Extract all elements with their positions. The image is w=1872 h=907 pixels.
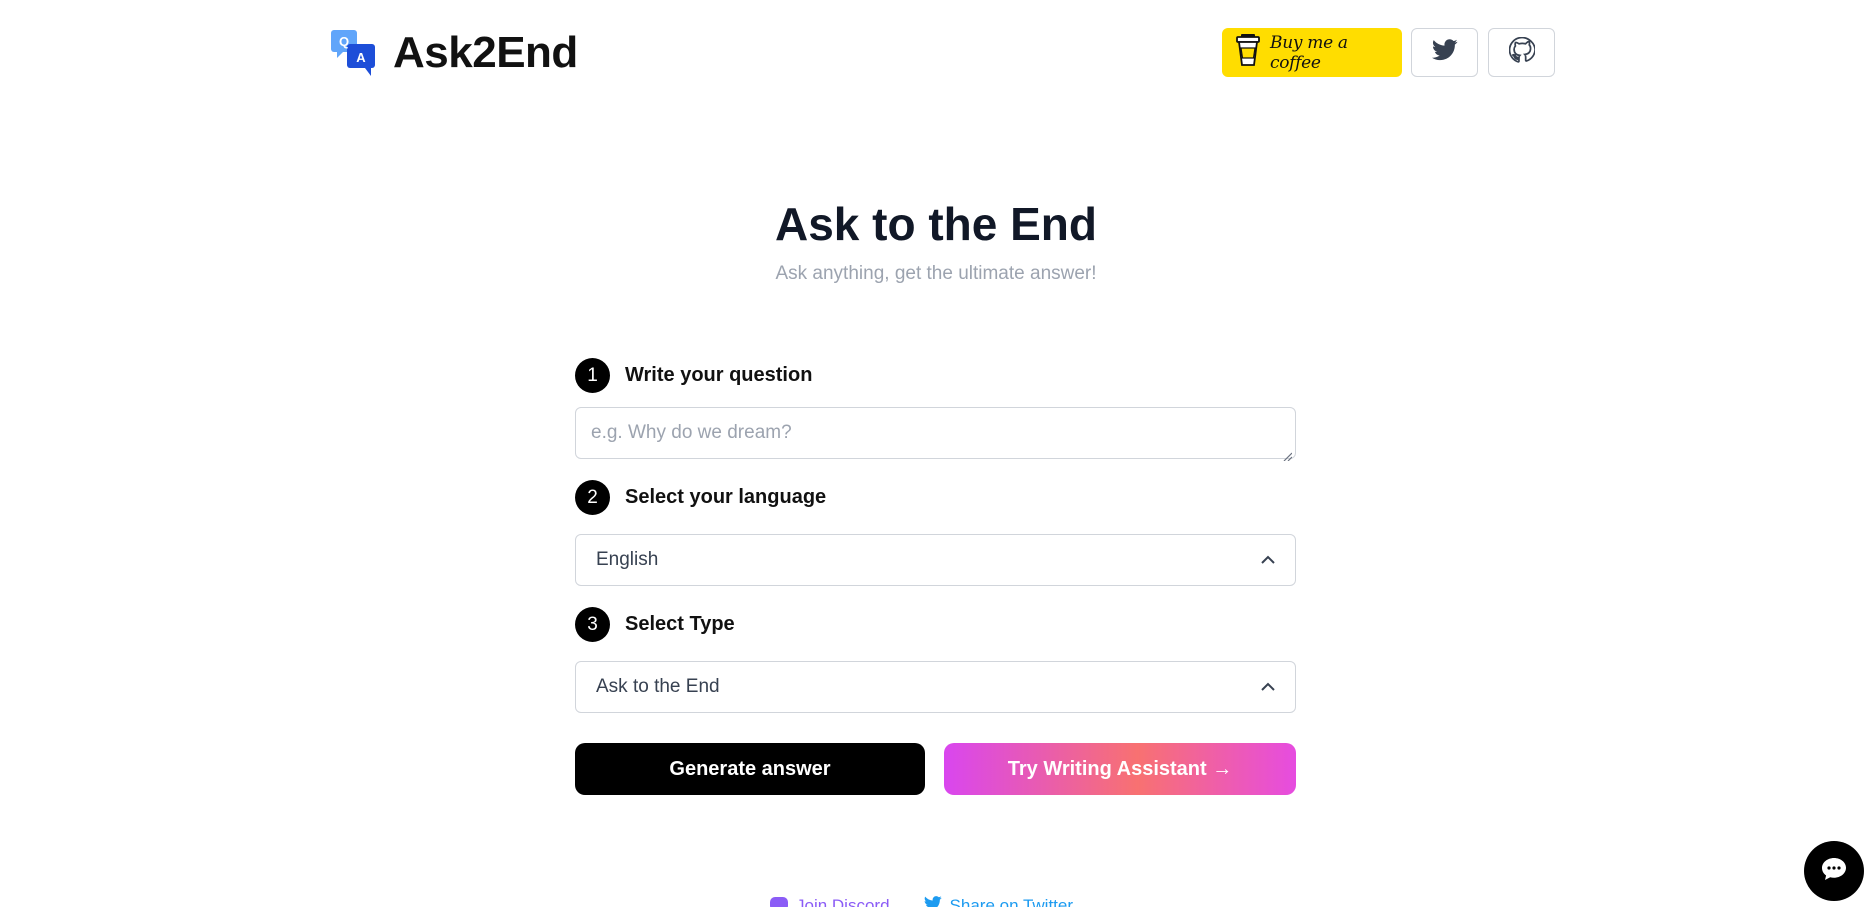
resize-grip-icon[interactable]	[1282, 445, 1293, 462]
qa-logo-icon: Q A	[331, 28, 379, 78]
step-2-header: 2 Select your language	[575, 480, 826, 515]
question-textarea[interactable]: e.g. Why do we dream?	[575, 407, 1296, 462]
step-2-label: Select your language	[625, 486, 827, 508]
step-3-header: 3 Select Type	[575, 607, 735, 642]
twitter-button[interactable]	[1411, 28, 1478, 77]
coffee-label: Buy me a coffee	[1270, 32, 1348, 73]
step-3-label: Select Type	[625, 613, 735, 635]
twitter-icon	[1431, 39, 1458, 66]
share-twitter-label: Share on Twitter	[949, 896, 1074, 907]
logo-a-letter: A	[356, 50, 366, 65]
coffee-cup-icon	[1236, 33, 1260, 72]
question-placeholder: e.g. Why do we dream?	[591, 422, 792, 443]
brand-name: Ask2End	[393, 28, 578, 77]
chat-widget-button[interactable]	[1804, 841, 1864, 901]
discord-label: Join Discord	[796, 896, 890, 907]
language-selected: English	[596, 549, 659, 570]
type-selected: Ask to the End	[596, 676, 720, 697]
page-subtitle: Ask anything, get the ultimate answer!	[775, 263, 1097, 284]
brand-logo[interactable]: Q A Ask2End	[331, 28, 578, 78]
step-1-badge: 1	[575, 358, 610, 393]
page-title: Ask to the End	[774, 198, 1098, 250]
step-1-header: 1 Write your question	[575, 358, 812, 393]
step-2-badge: 2	[575, 480, 610, 515]
footer-links: Join Discord Share on Twitter	[762, 896, 1099, 907]
discord-icon	[770, 896, 788, 907]
logo-q-letter: Q	[339, 34, 349, 49]
site-header: Q A Ask2End Buy me a coffee	[0, 0, 1872, 110]
github-icon	[1508, 36, 1536, 68]
share-twitter-link[interactable]: Share on Twitter	[916, 896, 1073, 907]
step-1-label: Write your question	[625, 364, 813, 386]
language-select[interactable]: English	[575, 534, 1296, 586]
generate-answer-button[interactable]: Generate answer	[575, 743, 925, 795]
buy-me-a-coffee-button[interactable]: Buy me a coffee	[1222, 28, 1402, 77]
discord-link[interactable]: Join Discord	[762, 896, 890, 907]
chevron-up-icon	[1261, 549, 1275, 571]
twitter-icon	[924, 896, 942, 907]
step-3-badge: 3	[575, 607, 610, 642]
chevron-up-icon	[1261, 676, 1275, 698]
type-select[interactable]: Ask to the End	[575, 661, 1296, 713]
writing-assistant-button[interactable]: Try Writing Assistant →	[944, 743, 1296, 795]
chat-bubble-icon	[1820, 856, 1848, 887]
github-button[interactable]	[1488, 28, 1555, 77]
